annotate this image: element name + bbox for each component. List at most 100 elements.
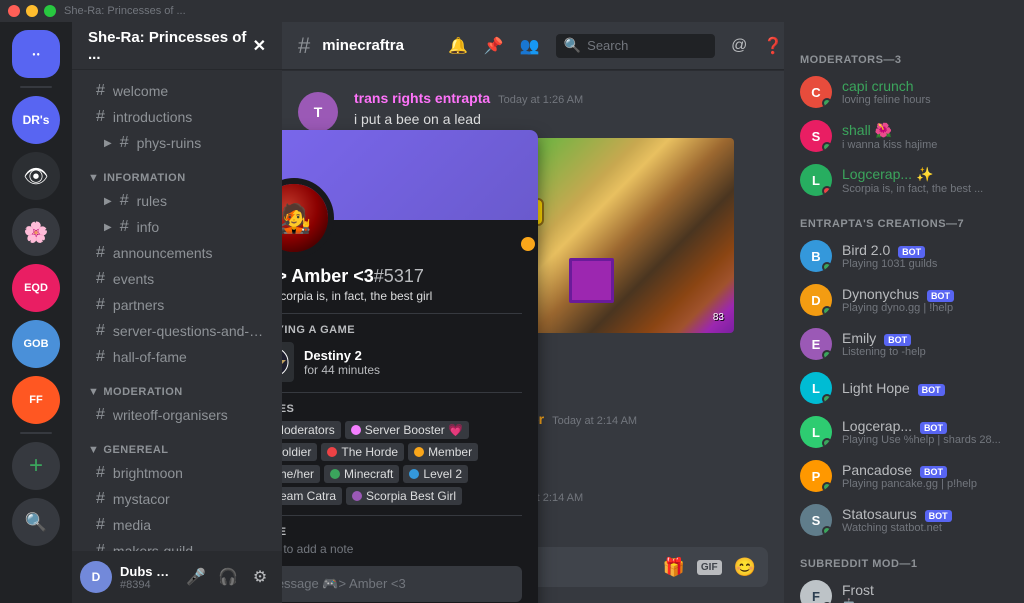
member-name: Pancadose BOT bbox=[842, 462, 1008, 478]
member-name: Logcerap... BOT bbox=[842, 418, 1008, 434]
member-capi-crunch[interactable]: C capi crunch loving feline hours bbox=[792, 70, 1016, 114]
maximize-button[interactable] bbox=[44, 5, 56, 17]
role-dot bbox=[327, 447, 337, 457]
at-icon[interactable]: @ bbox=[731, 37, 747, 55]
gift-icon[interactable]: 🎁 bbox=[662, 557, 684, 578]
deafen-icon[interactable]: 🎧 bbox=[214, 563, 242, 591]
note-section: NOTE Click to add a note bbox=[282, 526, 522, 556]
member-name: capi crunch bbox=[842, 78, 1008, 94]
mute-icon[interactable]: 🎤 bbox=[182, 563, 210, 591]
member-logcerap[interactable]: L Logcerap... ✨ Scorpia is, in fact, the… bbox=[792, 158, 1016, 202]
channel-header-name: minecraftra bbox=[322, 37, 404, 54]
member-avatar: S bbox=[800, 120, 832, 152]
chevron-icon: ▼ bbox=[88, 444, 99, 456]
roles-list: Moderators Server Booster 💗 Soldier bbox=[282, 421, 522, 505]
category-moderation[interactable]: ▼ MODERATION bbox=[72, 370, 282, 402]
channel-sidebar: She-Ra: Princesses of ... ✕ # welcome # … bbox=[72, 22, 282, 603]
member-info: Emily BOT Listening to -help bbox=[842, 330, 1008, 358]
member-logcerap-bot[interactable]: L Logcerap... BOT Playing Use %help | sh… bbox=[792, 410, 1016, 454]
popup-message-input[interactable]: Message 🎮> Amber <3 bbox=[282, 566, 522, 602]
role-dot bbox=[330, 469, 340, 479]
category-genereal[interactable]: ▼ GENEREAL bbox=[72, 428, 282, 460]
members-icon[interactable]: 👥 bbox=[520, 36, 540, 56]
channel-announcements[interactable]: # announcements bbox=[80, 240, 274, 266]
member-info: Logcerap... BOT Playing Use %help | shar… bbox=[842, 418, 1008, 446]
member-shall[interactable]: S shall 🌺 i wanna kiss hajime bbox=[792, 114, 1016, 158]
message-username[interactable]: trans rights entrapta bbox=[354, 90, 490, 106]
emoji-icon[interactable]: 😊 bbox=[734, 557, 756, 578]
popup-divider bbox=[282, 313, 522, 314]
channel-server-questions[interactable]: # server-questions-and-fee... bbox=[80, 318, 274, 344]
channel-phys-ruins[interactable]: ▶ # phys-ruins bbox=[80, 130, 274, 156]
minimize-button[interactable] bbox=[26, 5, 38, 17]
role-tag-moderators: Moderators bbox=[282, 421, 341, 439]
member-info: Frost 🤖 bbox=[842, 582, 1008, 603]
member-frost[interactable]: F Frost 🤖 bbox=[792, 574, 1016, 603]
member-dynonychus[interactable]: D Dynonychus BOT Playing dyno.gg | !help bbox=[792, 278, 1016, 322]
status-online bbox=[822, 482, 832, 492]
member-avatar: D bbox=[800, 284, 832, 316]
status-online bbox=[822, 394, 832, 404]
close-button[interactable] bbox=[8, 5, 20, 17]
member-statosaurus[interactable]: S Statosaurus BOT Watching statbot.net bbox=[792, 498, 1016, 542]
note-click[interactable]: Click to add a note bbox=[282, 542, 522, 556]
channel-introductions[interactable]: # introductions bbox=[80, 104, 274, 130]
server-name[interactable]: She-Ra: Princesses of ... ✕ bbox=[72, 22, 282, 70]
search-bar[interactable]: 🔍 bbox=[556, 34, 715, 58]
header-icons: 🔔 📌 👥 🔍 @ ❓ bbox=[448, 34, 783, 58]
member-pancadose[interactable]: P Pancadose BOT Playing pancake.gg | p!h… bbox=[792, 454, 1016, 498]
gif-icon[interactable]: GIF bbox=[697, 560, 722, 575]
channel-brightmoon[interactable]: # brightmoon bbox=[80, 460, 274, 486]
member-subtext: Playing dyno.gg | !help bbox=[842, 302, 1008, 314]
channel-rules[interactable]: ▶ # rules bbox=[80, 188, 274, 214]
member-bird[interactable]: B Bird 2.0 BOT Playing 1031 guilds bbox=[792, 234, 1016, 278]
server-icon-eqd[interactable]: EQD bbox=[12, 264, 60, 312]
hash-icon: # bbox=[96, 490, 105, 508]
playing-label: PLAYING A GAME bbox=[282, 324, 522, 336]
member-subtext: Playing pancake.gg | p!help bbox=[842, 478, 1008, 490]
channel-hall-of-fame[interactable]: # hall-of-fame bbox=[80, 344, 274, 370]
member-subtext: Scorpia is, in fact, the best ... bbox=[842, 183, 1008, 195]
channel-makers-guild[interactable]: # makers-guild bbox=[80, 538, 274, 551]
user-discriminator: #8394 bbox=[120, 579, 174, 591]
bot-tag: BOT bbox=[920, 466, 947, 478]
server-icon-drs[interactable]: DR's bbox=[12, 96, 60, 144]
server-icon-discord[interactable] bbox=[12, 30, 60, 78]
popup-username: 🎮> Amber <3 bbox=[282, 266, 374, 287]
member-light-hope[interactable]: L Light Hope BOT bbox=[792, 366, 1016, 410]
hash-notify-icon[interactable]: 🔔 bbox=[448, 36, 468, 56]
bot-tag: BOT bbox=[898, 246, 925, 258]
member-name: Bird 2.0 BOT bbox=[842, 242, 1008, 258]
channel-media[interactable]: # media bbox=[80, 512, 274, 538]
member-info: Bird 2.0 BOT Playing 1031 guilds bbox=[842, 242, 1008, 270]
member-emily[interactable]: E Emily BOT Listening to -help bbox=[792, 322, 1016, 366]
member-category-creations: ENTRAPTA'S CREATIONS—7 bbox=[792, 202, 1016, 234]
role-dot bbox=[351, 425, 361, 435]
settings-icon[interactable]: ⚙ bbox=[246, 563, 274, 591]
server-icon-s2[interactable]: 🌸 bbox=[12, 208, 60, 256]
add-server-button[interactable]: + bbox=[12, 442, 60, 490]
channel-events[interactable]: # events bbox=[80, 266, 274, 292]
pin-icon[interactable]: 📌 bbox=[484, 36, 504, 56]
search-input[interactable] bbox=[587, 38, 707, 53]
channel-info[interactable]: ▶ # info bbox=[80, 214, 274, 240]
popup-tag: 🎮 Scorpia is, in fact, the best girl bbox=[282, 289, 522, 303]
server-icon-fun[interactable]: FF bbox=[12, 376, 60, 424]
server-icon-gob[interactable]: GOB bbox=[12, 320, 60, 368]
member-avatar: L bbox=[800, 416, 832, 448]
channel-mystacor[interactable]: # mystacor bbox=[80, 486, 274, 512]
popup-input-box[interactable]: Message 🎮> Amber <3 bbox=[282, 566, 522, 602]
server-icon-s1[interactable]: 👁 bbox=[12, 152, 60, 200]
explore-icon[interactable]: 🔍 bbox=[12, 498, 60, 546]
channel-writeoff[interactable]: # writeoff-organisers bbox=[80, 402, 274, 428]
help-icon[interactable]: ❓ bbox=[763, 36, 783, 56]
popup-name-row: 🎮> Amber <3 #5317 bbox=[282, 266, 522, 287]
channel-partners[interactable]: # partners bbox=[80, 292, 274, 318]
channel-welcome[interactable]: # welcome bbox=[80, 78, 274, 104]
game-info: Destiny 2 for 44 minutes bbox=[304, 348, 522, 377]
hash-icon: # bbox=[96, 406, 105, 424]
bot-tag: BOT bbox=[927, 290, 954, 302]
role-tag-horde: The Horde bbox=[321, 443, 404, 461]
category-information[interactable]: ▼ INFORMATION bbox=[72, 156, 282, 188]
channel-list: # welcome # introductions ▶ # phys-ruins… bbox=[72, 70, 282, 551]
